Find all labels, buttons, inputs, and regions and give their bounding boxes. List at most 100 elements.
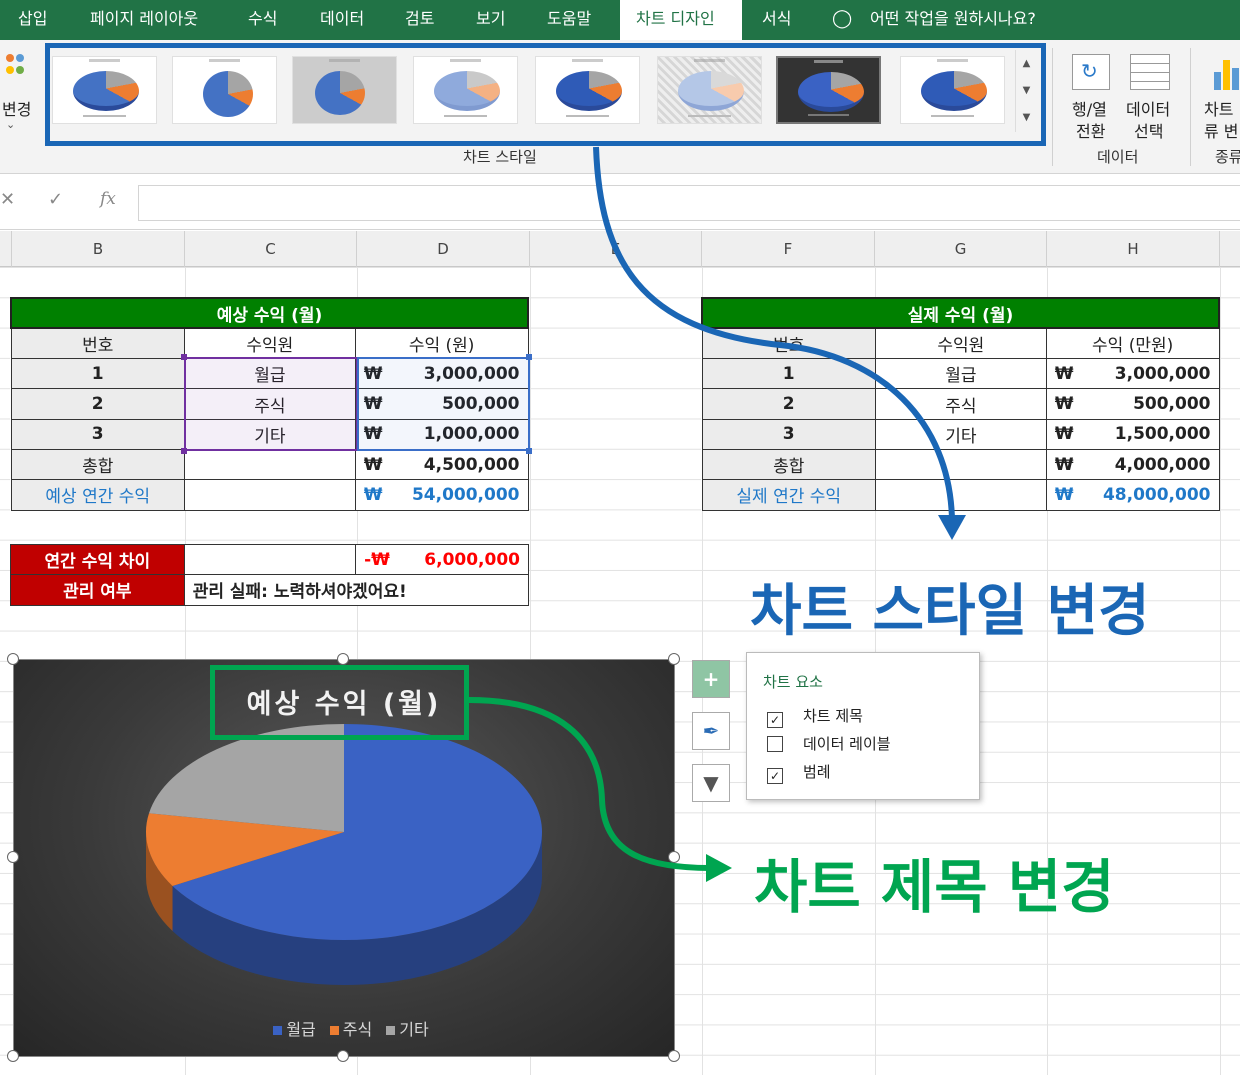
enter-icon[interactable]: ✓ [48,189,63,210]
actual-total-label[interactable]: 총합 [701,448,876,481]
expected-row-no[interactable]: 2 [10,388,185,420]
expected-annual-empty[interactable] [183,479,356,511]
actual-row-source[interactable]: 월급 [874,358,1047,390]
cancel-icon[interactable]: ✕ [0,189,15,210]
tab-help[interactable]: 도움말 [547,0,591,40]
chart-styles-button[interactable]: ✒ [692,712,730,750]
expected-row-source[interactable]: 주식 [183,388,356,420]
expected-header-source[interactable]: 수익원 [183,327,356,360]
diff-label[interactable]: 연간 수익 차이 [10,543,185,576]
change-chart-type-icon[interactable] [1212,54,1240,90]
range-handle[interactable] [526,354,532,360]
change-colors-icon[interactable] [2,52,32,92]
expected-annual-amount[interactable]: ₩54,000,000 [354,479,529,511]
diff-empty[interactable] [183,543,357,576]
expected-row-amount[interactable]: ₩500,000 [354,388,529,420]
column-header-h[interactable]: H [1047,231,1220,267]
checkbox-checked[interactable]: ✓ [767,712,783,728]
tab-chart-design[interactable]: 차트 디자인 [620,0,742,40]
range-handle[interactable] [181,354,187,360]
expected-annual-label[interactable]: 예상 연간 수익 [10,479,185,511]
actual-row-source[interactable]: 주식 [874,388,1047,420]
legend-label[interactable]: 월급 [286,1020,315,1039]
expected-total-label[interactable]: 총합 [10,448,185,481]
column-header-d[interactable]: D [357,231,530,267]
resize-handle[interactable] [337,653,349,665]
tab-format[interactable]: 서식 [762,0,791,40]
actual-title[interactable]: 실제 수익 (월) [701,296,1220,330]
range-handle[interactable] [526,448,532,454]
expected-row-no[interactable]: 1 [10,358,185,390]
switch-row-col-label-1[interactable]: 행/열 [1072,96,1107,120]
tab-page-layout[interactable]: 페이지 레이아웃 [90,0,198,40]
expected-row-no[interactable]: 3 [10,418,185,450]
switch-row-col-icon[interactable]: ↻ [1072,54,1110,90]
actual-header-source[interactable]: 수익원 [874,327,1047,360]
expected-total-empty[interactable] [183,448,356,481]
column-header-g[interactable]: G [875,231,1047,267]
select-data-label-2[interactable]: 선택 [1134,118,1163,142]
column-header-b[interactable]: B [12,231,185,267]
actual-annual-label[interactable]: 실제 연간 수익 [701,479,876,511]
expected-title[interactable]: 예상 수익 (월) [10,296,529,330]
expected-row-amount[interactable]: ₩3,000,000 [354,358,529,390]
chart-title-option[interactable]: ✓ 차트 제목 [767,705,863,728]
expected-total-amount[interactable]: ₩4,500,000 [354,448,529,481]
actual-row-no[interactable]: 1 [701,358,876,390]
tell-me-search[interactable]: 어떤 작업을 원하시나요? [870,0,1036,40]
resize-handle[interactable] [668,653,680,665]
manage-value[interactable]: 관리 실패: 노력하셔야겠어요! [183,574,530,606]
legend-option[interactable]: ✓ 범례 [767,761,831,784]
legend-label[interactable]: 기타 [399,1020,428,1039]
expected-row-source[interactable]: 기타 [183,418,356,450]
actual-row-no[interactable]: 3 [701,418,876,450]
chart-legend[interactable]: 월급 주식 기타 [14,1016,674,1040]
actual-row-amount[interactable]: ₩3,000,000 [1045,358,1220,390]
column-header-c[interactable]: C [185,231,357,267]
range-handle[interactable] [181,448,187,454]
tab-insert[interactable]: 삽입 [18,0,47,40]
actual-total-amount[interactable]: ₩4,000,000 [1045,448,1220,481]
resize-handle[interactable] [668,851,680,863]
data-labels-option[interactable]: 데이터 레이블 [767,733,891,754]
diff-amount[interactable]: -₩ 6,000,000 [355,543,529,576]
select-data-label-1[interactable]: 데이터 [1126,96,1170,120]
expected-row-amount[interactable]: ₩1,000,000 [354,418,529,450]
switch-row-col-label-2[interactable]: 전환 [1076,118,1105,142]
tab-data[interactable]: 데이터 [320,0,364,40]
expected-row-source[interactable]: 월급 [183,358,356,390]
actual-annual-empty[interactable] [874,479,1047,511]
chart-filters-button[interactable]: ▼ [692,764,730,802]
column-header-f[interactable]: F [702,231,875,267]
actual-total-empty[interactable] [874,448,1047,481]
legend-label[interactable]: 주식 [343,1020,372,1039]
tab-review[interactable]: 검토 [405,0,434,40]
select-data-icon[interactable] [1130,54,1170,90]
tab-formulas[interactable]: 수식 [248,0,277,40]
actual-row-amount[interactable]: ₩1,500,000 [1045,418,1220,450]
actual-header-no[interactable]: 번호 [701,327,876,360]
pie-slice-기타[interactable] [149,724,344,832]
change-colors-label[interactable]: 변경 [2,96,31,120]
function-icon[interactable]: fx [100,189,116,209]
resize-handle[interactable] [7,653,19,665]
resize-handle[interactable] [668,1050,680,1062]
tab-view[interactable]: 보기 [476,0,505,40]
expected-header-no[interactable]: 번호 [10,327,185,360]
checkbox-checked[interactable]: ✓ [767,768,783,784]
checkbox-unchecked[interactable] [767,736,783,752]
chart-elements-button[interactable]: + [692,660,730,698]
change-type-label-1[interactable]: 차트 [1204,96,1233,120]
actual-row-amount[interactable]: ₩500,000 [1045,388,1220,420]
formula-input[interactable] [138,185,1240,221]
actual-row-no[interactable]: 2 [701,388,876,420]
resize-handle[interactable] [7,851,19,863]
resize-handle[interactable] [337,1050,349,1062]
column-header-e[interactable]: E [530,231,702,267]
actual-row-source[interactable]: 기타 [874,418,1047,450]
actual-annual-amount[interactable]: ₩48,000,000 [1045,479,1220,511]
change-type-label-2[interactable]: 류 변 [1204,118,1239,142]
expected-header-amount[interactable]: 수익 (원) [354,327,529,360]
actual-header-amount[interactable]: 수익 (만원) [1045,327,1220,360]
resize-handle[interactable] [7,1050,19,1062]
